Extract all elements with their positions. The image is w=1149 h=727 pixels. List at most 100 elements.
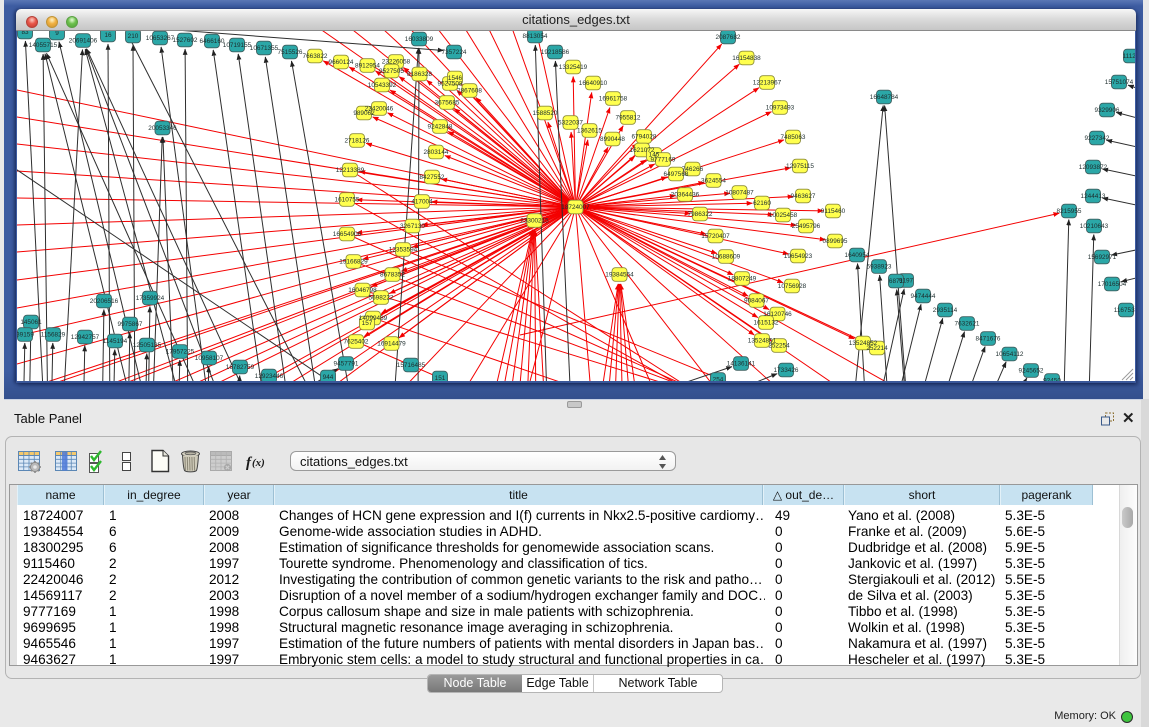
svg-text:10958107: 10958107 xyxy=(195,355,224,362)
svg-text:252254: 252254 xyxy=(768,343,790,350)
svg-text:1244413: 1244413 xyxy=(1081,193,1106,200)
svg-text:17016504: 17016504 xyxy=(1098,281,1127,288)
svg-text:8186328: 8186328 xyxy=(407,71,432,78)
svg-text:7632621: 7632621 xyxy=(955,321,980,328)
svg-text:989062: 989062 xyxy=(353,110,375,117)
svg-text:23226058: 23226058 xyxy=(382,59,411,66)
svg-text:23300215: 23300215 xyxy=(520,218,549,225)
svg-text:8990448: 8990448 xyxy=(600,136,625,143)
svg-text:2803144: 2803144 xyxy=(424,149,449,156)
svg-text:10671355: 10671355 xyxy=(250,45,279,52)
svg-text:1362615: 1362615 xyxy=(577,128,602,135)
svg-text:19166829: 19166829 xyxy=(339,259,368,266)
svg-text:2867608: 2867608 xyxy=(457,88,482,95)
svg-text:10653267: 10653267 xyxy=(146,35,175,42)
svg-text:14055715: 14055715 xyxy=(29,42,58,49)
svg-text:15720407: 15720407 xyxy=(701,233,730,240)
svg-text:9975867: 9975867 xyxy=(118,321,143,328)
svg-text:12093872: 12093872 xyxy=(1079,164,1108,171)
svg-text:1640954: 1640954 xyxy=(845,252,870,259)
svg-text:17957225: 17957225 xyxy=(166,349,195,356)
svg-text:9474444: 9474444 xyxy=(911,293,936,300)
svg-text:6466160: 6466160 xyxy=(200,38,225,45)
svg-text:20691406: 20691406 xyxy=(69,38,98,45)
svg-text:417004: 417004 xyxy=(411,199,433,206)
svg-text:8912954: 8912954 xyxy=(355,63,380,70)
svg-text:0899695: 0899695 xyxy=(823,238,848,245)
svg-text:6497568: 6497568 xyxy=(664,171,689,178)
svg-text:252214: 252214 xyxy=(866,345,888,352)
svg-text:20364436: 20364436 xyxy=(671,192,700,199)
svg-text:2087682: 2087682 xyxy=(716,34,741,41)
svg-text:12353594: 12353594 xyxy=(389,247,418,254)
svg-text:16640910: 16640910 xyxy=(579,80,608,87)
svg-text:8678352: 8678352 xyxy=(380,272,405,279)
svg-text:19218586: 19218586 xyxy=(541,49,570,56)
svg-text:10807487: 10807487 xyxy=(725,190,754,197)
svg-text:9115460: 9115460 xyxy=(821,208,846,215)
svg-text:9227342: 9227342 xyxy=(1085,135,1110,142)
svg-text:10210643: 10210643 xyxy=(1080,223,1109,230)
svg-text:9329906: 9329906 xyxy=(1095,107,1120,114)
svg-text:9660124: 9660124 xyxy=(329,59,354,66)
svg-text:16782759: 16782759 xyxy=(226,364,255,371)
svg-text:210: 210 xyxy=(128,33,139,40)
svg-text:3675685: 3675685 xyxy=(435,100,460,107)
svg-text:5698222: 5698222 xyxy=(369,295,394,302)
svg-text:944: 944 xyxy=(323,374,334,381)
svg-text:20206516: 20206516 xyxy=(90,298,119,305)
svg-text:62160: 62160 xyxy=(753,200,771,207)
svg-text:10025458: 10025458 xyxy=(769,212,798,219)
svg-text:14136141: 14136141 xyxy=(727,361,756,368)
svg-text:10688609: 10688609 xyxy=(712,254,741,261)
svg-text:1588520: 1588520 xyxy=(533,110,558,117)
svg-text:151: 151 xyxy=(435,375,446,381)
svg-text:7986322: 7986322 xyxy=(688,211,713,218)
svg-text:1546: 1546 xyxy=(448,75,463,82)
svg-text:9527505: 9527505 xyxy=(379,68,404,75)
svg-text:7485063: 7485063 xyxy=(781,134,806,141)
svg-text:10543392: 10543392 xyxy=(368,82,397,89)
svg-text:3267130: 3267130 xyxy=(400,223,425,230)
svg-text:7515526: 7515526 xyxy=(278,49,303,56)
svg-text:15716485: 15716485 xyxy=(397,362,426,369)
svg-text:19654923: 19654923 xyxy=(784,253,813,260)
svg-text:16648784: 16648784 xyxy=(870,94,899,101)
svg-text:18724007: 18724007 xyxy=(561,204,590,211)
svg-text:1145194: 1145194 xyxy=(103,338,128,345)
svg-text:83: 83 xyxy=(21,31,29,36)
svg-text:9: 9 xyxy=(55,31,59,37)
svg-text:7625402: 7625402 xyxy=(344,339,369,346)
svg-text:16: 16 xyxy=(104,32,112,39)
svg-text:2935114: 2935114 xyxy=(933,307,958,314)
svg-text:9777169: 9777169 xyxy=(651,157,676,164)
svg-text:(x): (x) xyxy=(252,457,265,469)
svg-text:9242848: 9242848 xyxy=(428,124,453,131)
svg-text:8471676: 8471676 xyxy=(976,336,1001,343)
svg-text:1615132: 1615132 xyxy=(754,320,779,327)
svg-text:15692971: 15692971 xyxy=(1088,254,1117,261)
svg-text:10719155: 10719155 xyxy=(223,42,252,49)
svg-text:12923446: 12923446 xyxy=(255,373,284,380)
svg-text:9084067: 9084067 xyxy=(744,298,769,305)
svg-text:39159: 39159 xyxy=(17,332,34,339)
svg-text:16046798: 16046798 xyxy=(348,287,377,294)
svg-text:12213389: 12213389 xyxy=(336,167,365,174)
svg-text:12975115: 12975115 xyxy=(786,163,814,170)
svg-text:19384554: 19384554 xyxy=(605,272,634,279)
svg-text:18807249: 18807249 xyxy=(728,276,757,283)
svg-text:145061: 145061 xyxy=(20,319,42,326)
svg-text:11122: 11122 xyxy=(1123,53,1135,60)
svg-text:9457791: 9457791 xyxy=(334,361,359,368)
svg-text:5322037: 5322037 xyxy=(558,120,583,127)
svg-text:8427552: 8427552 xyxy=(420,174,445,181)
svg-text:9463627: 9463627 xyxy=(791,193,816,200)
svg-text:16120746: 16120746 xyxy=(763,311,792,318)
svg-text:8813054: 8813054 xyxy=(523,33,548,40)
svg-text:1167533: 1167533 xyxy=(1114,307,1135,314)
svg-text:10654112: 10654112 xyxy=(996,351,1024,358)
svg-text:1156829: 1156829 xyxy=(41,332,66,339)
svg-text:13325419: 13325419 xyxy=(559,64,588,71)
svg-text:16914479: 16914479 xyxy=(377,341,406,348)
svg-text:254: 254 xyxy=(713,377,724,382)
